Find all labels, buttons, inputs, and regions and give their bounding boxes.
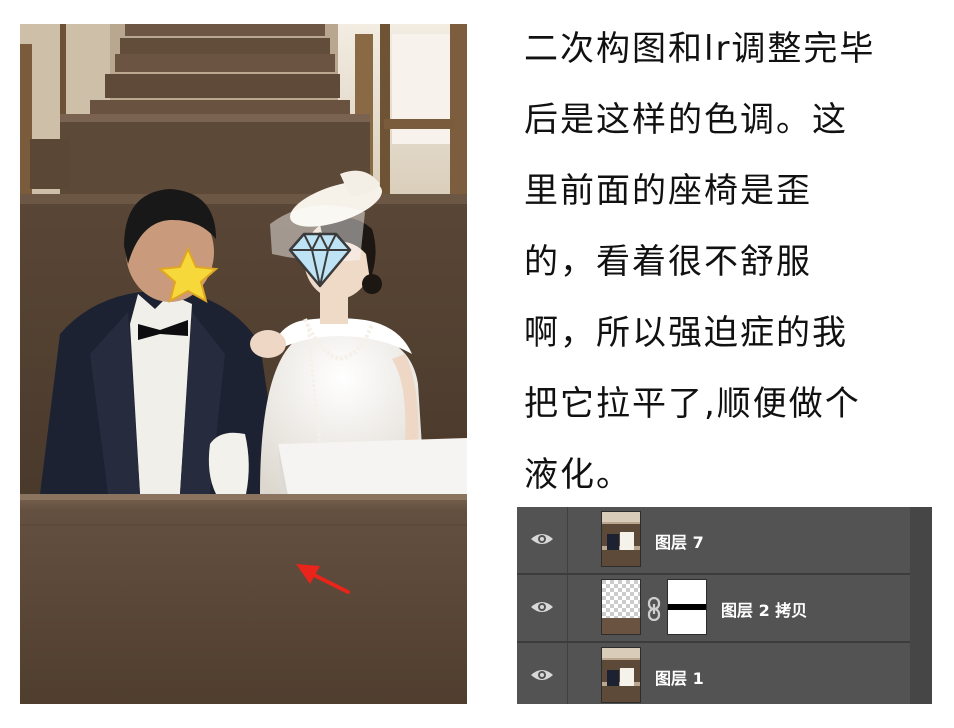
layer-thumbnail [601, 647, 641, 703]
caption-line: 二次构图和lr调整完毕 [524, 29, 876, 69]
photo-illustration [20, 24, 467, 704]
layer-name[interactable]: 图层 2 拷贝 [721, 597, 807, 621]
caption-line: 液化。 [524, 455, 632, 495]
layer-row-layer-1[interactable]: 图层 1 [517, 643, 910, 704]
caption-line: 啊，所以强迫症的我 [524, 313, 848, 353]
layers-scrollbar[interactable] [910, 507, 932, 704]
visibility-toggle[interactable] [517, 507, 568, 573]
layer-thumbnail [601, 579, 641, 635]
caption-line: 里前面的座椅是歪 [524, 171, 812, 211]
chain-link-icon[interactable] [647, 597, 661, 621]
layer-mask-thumbnail[interactable] [667, 579, 707, 635]
layer-name[interactable]: 图层 1 [655, 665, 704, 689]
caption-line: 后是这样的色调。这 [524, 100, 848, 140]
eye-icon [531, 534, 553, 544]
eye-icon [531, 602, 553, 612]
layer-row-layer-7[interactable]: 图层 7 [517, 507, 910, 575]
layer-thumbnail [601, 511, 641, 567]
caption-line: 的，看着很不舒服 [524, 242, 812, 282]
eye-icon [531, 670, 553, 680]
layer-name[interactable]: 图层 7 [655, 529, 704, 553]
caption-text: 二次构图和lr调整完毕 后是这样的色调。这 里前面的座椅是歪 的，看着很不舒服 … [524, 14, 944, 511]
visibility-toggle[interactable] [517, 643, 568, 704]
layers-panel: 图层 7 图层 2 拷贝 图层 1 [517, 507, 932, 704]
wedding-photo [20, 24, 467, 704]
visibility-toggle[interactable] [517, 575, 568, 641]
layer-row-layer-2-copy[interactable]: 图层 2 拷贝 [517, 575, 910, 643]
caption-line: 把它拉平了,顺便做个 [524, 384, 861, 424]
